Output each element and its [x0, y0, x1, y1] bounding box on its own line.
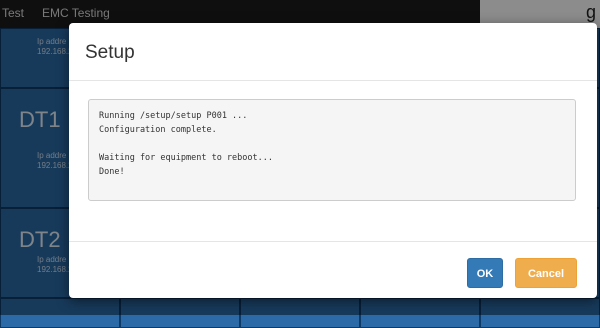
console-output: Running /setup/setup P001 ... Configurat…: [88, 99, 576, 201]
modal-header: Setup: [69, 23, 597, 81]
setup-dialog: Setup Running /setup/setup P001 ... Conf…: [69, 23, 597, 298]
modal-title: Setup: [85, 42, 135, 63]
modal-body: Running /setup/setup P001 ... Configurat…: [69, 81, 597, 242]
cancel-button[interactable]: Cancel: [515, 258, 577, 288]
ok-button[interactable]: OK: [467, 258, 503, 288]
